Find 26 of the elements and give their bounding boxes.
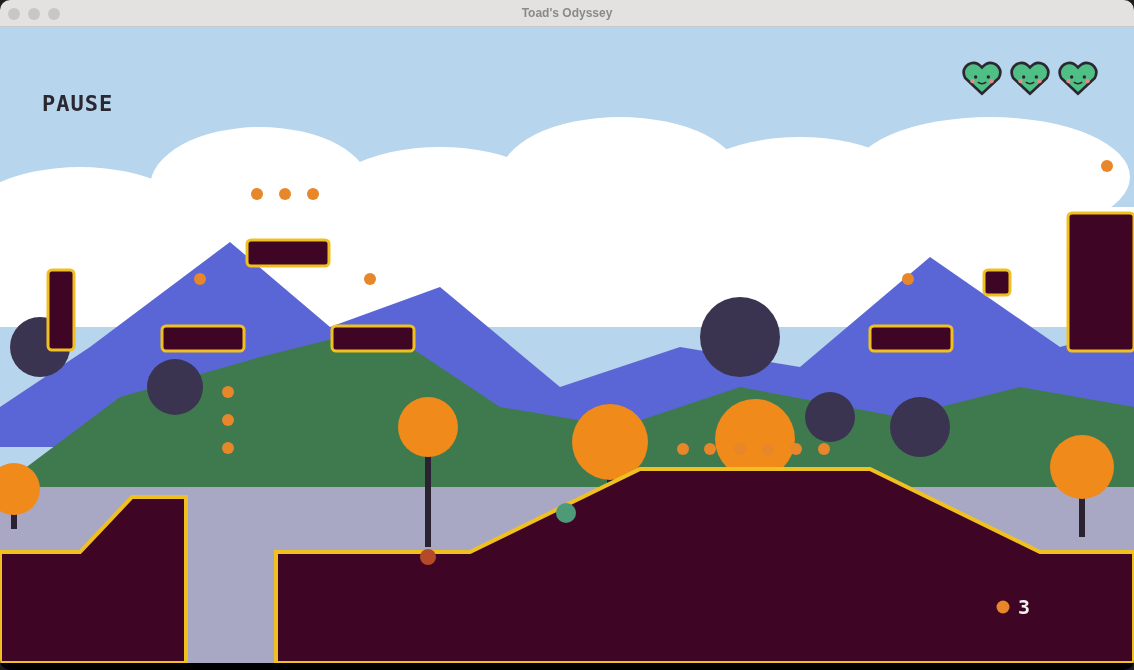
coin-icon — [1101, 160, 1113, 172]
coin-icon — [902, 273, 914, 285]
coin-icon — [996, 600, 1010, 614]
coin-count: 3 — [1018, 597, 1031, 617]
coin-icon — [251, 188, 263, 200]
coin-icon — [364, 273, 376, 285]
coin-icon — [222, 414, 234, 426]
tree-drawing — [890, 397, 950, 457]
coin-icon — [704, 443, 716, 455]
coin-icon — [279, 188, 291, 200]
coin-icon — [818, 443, 830, 455]
coin-icon — [307, 188, 319, 200]
window-title: Toad's Odyssey — [521, 5, 613, 22]
minimize-button[interactable] — [28, 8, 40, 20]
zoom-button[interactable] — [48, 8, 60, 20]
pause-button[interactable]: PAUSE — [42, 93, 114, 115]
coin-icon — [790, 443, 802, 455]
coin-icon — [222, 386, 234, 398]
autumn-tree-drawing — [0, 463, 40, 529]
tree-drawing — [805, 392, 855, 442]
coin-icon — [222, 442, 234, 454]
tree-drawing — [147, 359, 203, 415]
coin-icon — [194, 273, 206, 285]
coin-icon — [677, 443, 689, 455]
platform — [982, 268, 1012, 297]
close-button[interactable] — [8, 8, 20, 20]
